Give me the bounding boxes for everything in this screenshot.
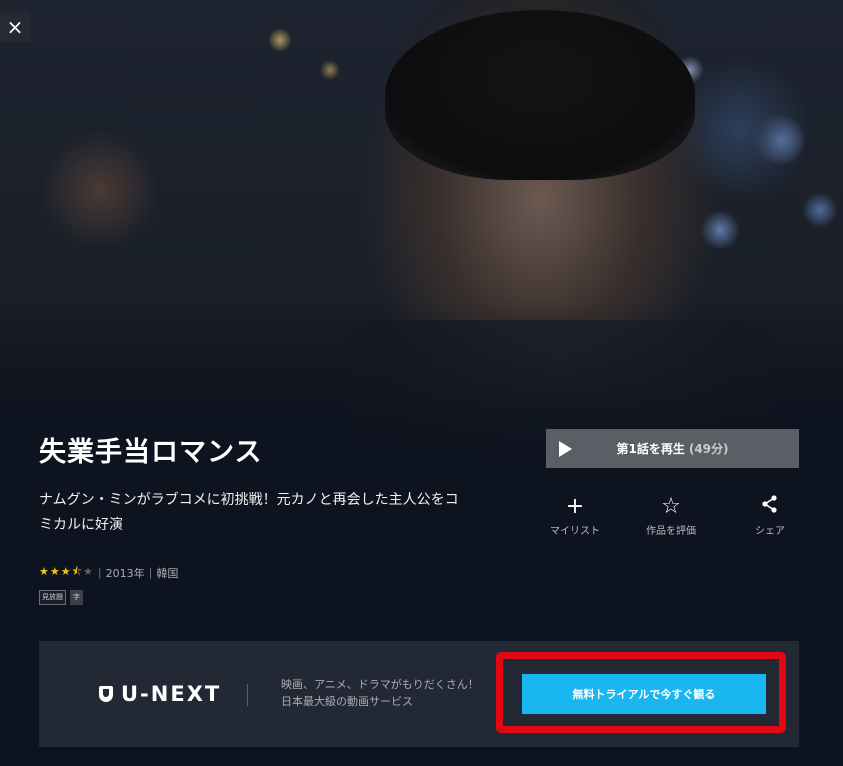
rate-button[interactable]: ☆ 作品を評価 bbox=[626, 494, 716, 537]
hero-image bbox=[0, 0, 843, 470]
mylist-label: マイリスト bbox=[550, 526, 600, 537]
action-bar: + マイリスト ☆ 作品を評価 シェア bbox=[530, 494, 810, 544]
subtitle-badge: 字 bbox=[70, 590, 83, 605]
unext-shield-icon bbox=[99, 686, 113, 702]
share-label: シェア bbox=[755, 526, 785, 537]
unext-logo-text: U-NEXT bbox=[121, 682, 222, 706]
hero-figure-hair bbox=[385, 10, 695, 180]
promo-line-1: 映画、アニメ、ドラマがもりだくさん！ bbox=[281, 678, 479, 691]
close-icon: × bbox=[6, 15, 24, 39]
plus-icon: + bbox=[565, 494, 585, 519]
play-label-text: 第1話を再生 bbox=[616, 442, 685, 456]
promo-text: 映画、アニメ、ドラマがもりだくさん！ 日本最大級の動画サービス bbox=[281, 676, 479, 710]
play-icon bbox=[559, 441, 572, 457]
half-star-icon: ⯪ bbox=[71, 565, 84, 578]
page-title: 失業手当ロマンス bbox=[39, 437, 263, 468]
mylist-button[interactable]: + マイリスト bbox=[530, 494, 620, 537]
share-button[interactable]: シェア bbox=[725, 494, 815, 537]
unext-logo: U-NEXT bbox=[99, 682, 221, 706]
promo-line-2: 日本最大級の動画サービス bbox=[281, 695, 413, 708]
play-episode-button[interactable]: 第1話を再生 (49分) bbox=[546, 429, 799, 468]
unlimited-badge: 見放題 bbox=[39, 590, 66, 605]
star-icon: ★ bbox=[39, 565, 50, 578]
badges: 見放題 字 bbox=[39, 590, 83, 605]
meta-row: ★★★⯪★ | 2013年 | 韓国 bbox=[39, 563, 178, 582]
rate-label: 作品を評価 bbox=[646, 526, 696, 537]
star-outline-icon: ☆ bbox=[661, 494, 681, 519]
play-duration: (49分) bbox=[688, 442, 729, 456]
free-trial-button[interactable]: 無料トライアルで今すぐ観る bbox=[522, 674, 766, 714]
close-button[interactable]: × bbox=[0, 12, 30, 42]
description: ナムグン・ミンがラブコメに初挑戦！元カノと再会した主人公をコミカルに好演 bbox=[39, 492, 459, 533]
star-icon: ★ bbox=[60, 565, 72, 578]
empty-star-icon: ★ bbox=[83, 565, 94, 578]
share-icon bbox=[725, 494, 815, 520]
country: 韓国 bbox=[156, 566, 179, 580]
divider: | bbox=[148, 566, 153, 579]
star-icon: ★ bbox=[49, 565, 61, 578]
divider: | bbox=[97, 566, 102, 579]
year: 2013年 bbox=[105, 566, 145, 580]
divider bbox=[247, 684, 248, 706]
play-button-label: 第1話を再生 (49分) bbox=[546, 440, 799, 457]
rating-stars: ★★★⯪★ bbox=[39, 563, 94, 582]
promo-banner: U-NEXT 映画、アニメ、ドラマがもりだくさん！ 日本最大級の動画サービス 無… bbox=[39, 641, 799, 747]
